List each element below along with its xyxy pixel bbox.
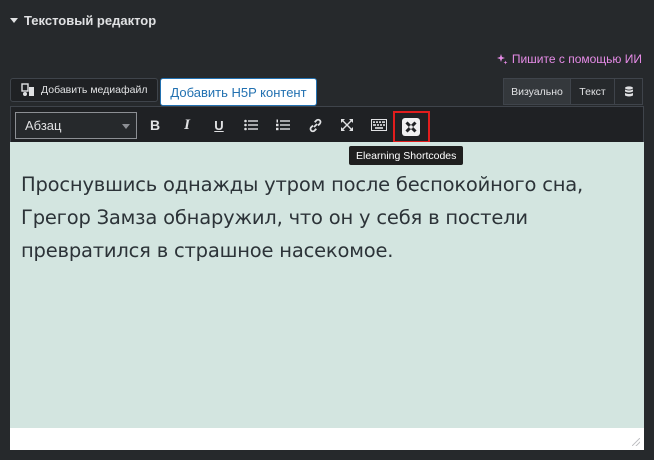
- database-icon: [624, 85, 633, 97]
- numbered-list-button[interactable]: [270, 112, 296, 138]
- add-h5p-button[interactable]: Добавить H5P контент: [160, 78, 317, 106]
- keyboard-icon: [371, 119, 387, 131]
- insert-link-button[interactable]: [302, 112, 328, 138]
- fullscreen-button[interactable]: [334, 112, 360, 138]
- sparkle-icon: [496, 54, 508, 65]
- bullet-list-button[interactable]: [238, 112, 264, 138]
- tab-text[interactable]: Текст: [571, 78, 615, 105]
- bullet-list-icon: [244, 119, 258, 131]
- add-media-label: Добавить медиафайл: [41, 84, 148, 96]
- format-select-value: Абзац: [25, 118, 62, 133]
- tab-visual[interactable]: Визуально: [503, 78, 571, 105]
- write-with-ai-link[interactable]: Пишите с помощью ИИ: [496, 52, 642, 66]
- elearning-shortcodes-tooltip: Elearning Shortcodes: [349, 146, 464, 165]
- section-title: Текстовый редактор: [24, 12, 157, 28]
- bold-icon: B: [149, 117, 161, 133]
- tab-database[interactable]: [615, 78, 643, 105]
- elearning-shortcodes-icon: [402, 118, 420, 136]
- bold-button[interactable]: B: [142, 112, 168, 138]
- resize-handle-icon[interactable]: [632, 438, 640, 446]
- editor-paragraph[interactable]: Проснувшись однажды утром после беспокой…: [21, 168, 634, 267]
- elearning-shortcodes-button[interactable]: [398, 114, 424, 140]
- italic-button[interactable]: I: [174, 112, 200, 138]
- caret-down-icon: [10, 18, 18, 23]
- toolbar-toggle-button[interactable]: [366, 112, 392, 138]
- editor-toolbar: Абзац B I U: [10, 106, 644, 143]
- underline-button[interactable]: U: [206, 112, 232, 138]
- media-icon: [21, 83, 34, 96]
- editor-statusbar: [10, 428, 644, 450]
- section-header-text-editor[interactable]: Текстовый редактор: [10, 10, 156, 30]
- underline-icon: U: [214, 117, 224, 133]
- editor-mode-tabs: Визуально Текст: [503, 78, 643, 105]
- numbered-list-icon: [276, 119, 290, 131]
- italic-icon: I: [184, 116, 190, 133]
- link-icon: [309, 118, 321, 132]
- write-with-ai-label: Пишите с помощью ИИ: [511, 52, 642, 66]
- editor-content-area[interactable]: Проснувшись однажды утром после беспокой…: [10, 142, 644, 428]
- chevron-down-icon: [122, 124, 130, 129]
- fullscreen-icon: [341, 119, 353, 131]
- add-media-button[interactable]: Добавить медиафайл: [10, 78, 158, 102]
- format-select[interactable]: Абзац: [15, 112, 137, 139]
